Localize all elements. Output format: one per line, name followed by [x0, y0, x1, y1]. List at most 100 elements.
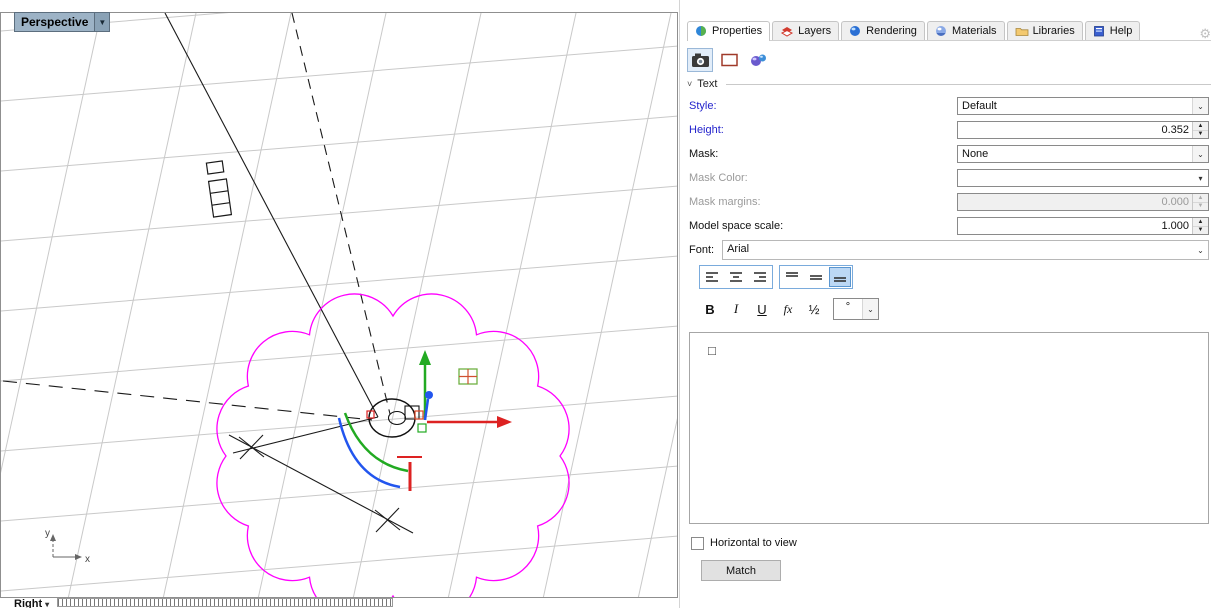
chevron-down-icon[interactable]: ▾ [1193, 170, 1208, 186]
gumball-y-arrowhead[interactable] [419, 350, 431, 365]
align-left-button[interactable] [701, 267, 723, 287]
model-space-scale-spinner[interactable]: 1.000 ▲ ▼ [957, 217, 1209, 235]
mask-select[interactable]: None ⌄ [957, 145, 1209, 163]
tab-rendering-label: Rendering [866, 25, 917, 37]
rendering-sphere-icon [850, 26, 861, 36]
height-value[interactable]: 0.352 [958, 122, 1192, 138]
help-book-icon [1093, 26, 1104, 37]
field-row-mask-margins: Mask margins: 0.000 ▲ ▼ [687, 190, 1211, 214]
align-middle-button[interactable] [805, 267, 827, 287]
chevron-down-icon[interactable]: ⌄ [1193, 241, 1208, 259]
tab-rendering[interactable]: Rendering [841, 21, 925, 40]
chevron-down-icon[interactable]: ⌄ [1192, 146, 1208, 162]
field-fx-button[interactable]: fx [777, 298, 799, 320]
viewport-tab-right[interactable]: Right ▾ [0, 598, 49, 608]
viewport-tab-right-label: Right [14, 598, 43, 608]
underline-button[interactable]: U [751, 298, 773, 320]
object-properties-button[interactable] [745, 48, 771, 72]
tab-materials-label: Materials [951, 25, 997, 37]
gumball-x-arrowhead[interactable] [497, 416, 512, 428]
bottom-viewport-strip[interactable]: Right ▾ [0, 598, 678, 608]
text-format-toolbar: B I U fx ½ ° ⌄ [687, 292, 1211, 326]
gumball-z-dot[interactable] [425, 391, 433, 399]
scale-handle-green[interactable] [417, 423, 427, 433]
detail-properties-button[interactable] [716, 48, 742, 72]
tab-help[interactable]: Help [1084, 21, 1141, 40]
tab-libraries[interactable]: Libraries [1006, 21, 1083, 40]
camera-icon [691, 53, 709, 67]
layers-icon [781, 27, 794, 37]
tab-properties[interactable]: Properties [687, 21, 771, 41]
spin-up-icon[interactable]: ▲ [1193, 122, 1208, 131]
italic-button[interactable]: I [725, 298, 747, 320]
text-content-area[interactable]: □ [689, 332, 1209, 524]
symbol-select[interactable]: ° ⌄ [833, 298, 879, 320]
spin-down-icon[interactable]: ▼ [1193, 130, 1208, 138]
alignment-toolbar [687, 262, 1211, 292]
construction-lines[interactable] [2, 13, 414, 534]
properties-ball-icon [696, 26, 706, 36]
mask-label: Mask: [689, 148, 719, 160]
viewport-properties-button[interactable] [687, 48, 713, 72]
panel-toolbar [687, 48, 1211, 72]
viewport-title-menu-icon[interactable]: ▼ [94, 13, 110, 31]
viewport-canvas[interactable]: y x [1, 13, 677, 597]
mask-margins-spinner: 0.000 ▲ ▼ [957, 193, 1209, 211]
height-label: Height: [689, 124, 724, 136]
mask-color-picker[interactable]: ▾ [957, 169, 1209, 187]
font-value: Arial [727, 243, 750, 255]
horizontal-to-view-row: Horizontal to view [691, 534, 1209, 552]
tab-libraries-label: Libraries [1032, 25, 1075, 37]
text-section-header[interactable]: ˅ Text [687, 78, 1211, 90]
application-window: Perspective ▼ y x Right ▾ ⚙ Properties L… [0, 0, 1219, 608]
align-top-button[interactable] [781, 267, 803, 287]
mask-color-swatch [958, 170, 1193, 186]
section-title: Text [697, 78, 718, 90]
spin-up-icon[interactable]: ▲ [1193, 218, 1208, 227]
horizontal-to-view-label: Horizontal to view [710, 537, 797, 549]
model-space-scale-value[interactable]: 1.000 [958, 218, 1192, 234]
chevron-down-icon[interactable]: ⌄ [1192, 98, 1208, 114]
viewport-perspective[interactable]: Perspective ▼ y x [0, 12, 678, 598]
spheres-icon [750, 54, 766, 66]
hatch-square[interactable] [458, 368, 478, 385]
detail-rectangles[interactable] [205, 160, 233, 218]
spin-down-icon[interactable]: ▼ [1193, 226, 1208, 234]
panel-divider [679, 0, 680, 608]
style-value: Default [962, 100, 997, 112]
viewport-title: Perspective [21, 15, 89, 29]
height-spinner[interactable]: 0.352 ▲ ▼ [957, 121, 1209, 139]
field-row-height: Height: 0.352 ▲ ▼ [687, 118, 1211, 142]
align-right-button[interactable] [749, 267, 771, 287]
axis-y-label: y [45, 528, 50, 539]
panel-tabstrip: Properties Layers Rendering Materials Li… [687, 20, 1211, 41]
style-select[interactable]: Default ⌄ [957, 97, 1209, 115]
tab-properties-label: Properties [712, 25, 763, 37]
align-center-button[interactable] [725, 267, 747, 287]
field-row-font: Font: Arial ⌄ [687, 238, 1211, 262]
chevron-down-icon[interactable]: ⌄ [862, 299, 878, 319]
mask-color-label: Mask Color: [689, 172, 748, 184]
font-select[interactable]: Arial ⌄ [722, 240, 1209, 260]
align-bottom-button[interactable] [829, 267, 851, 287]
viewport-title-bar[interactable]: Perspective ▼ [14, 12, 111, 32]
tick-scrollbar[interactable] [57, 598, 394, 607]
tab-materials[interactable]: Materials [926, 21, 1005, 40]
rectangle-icon [720, 53, 738, 67]
horizontal-to-view-checkbox[interactable] [691, 536, 704, 550]
match-button[interactable]: Match [701, 560, 781, 581]
properties-panel: ⚙ Properties Layers Rendering Materials … [681, 0, 1219, 608]
gear-icon[interactable]: ⚙ [1199, 26, 1211, 42]
section-collapse-icon[interactable]: ˅ [687, 79, 692, 89]
viewport-tab-caret-icon[interactable]: ▾ [45, 600, 49, 608]
stack-fraction-button[interactable]: ½ [803, 298, 825, 320]
font-label: Font: [689, 244, 715, 256]
tab-layers-label: Layers [798, 25, 832, 37]
gumball-rotate-green-arc[interactable] [343, 412, 409, 473]
axis-indicator: y x [45, 528, 90, 565]
grid-lines [1, 13, 677, 597]
bold-button[interactable]: B [699, 298, 721, 320]
model-space-scale-label: Model space scale: [689, 220, 784, 232]
tab-layers[interactable]: Layers [772, 21, 840, 40]
spin-up-icon: ▲ [1193, 194, 1208, 203]
